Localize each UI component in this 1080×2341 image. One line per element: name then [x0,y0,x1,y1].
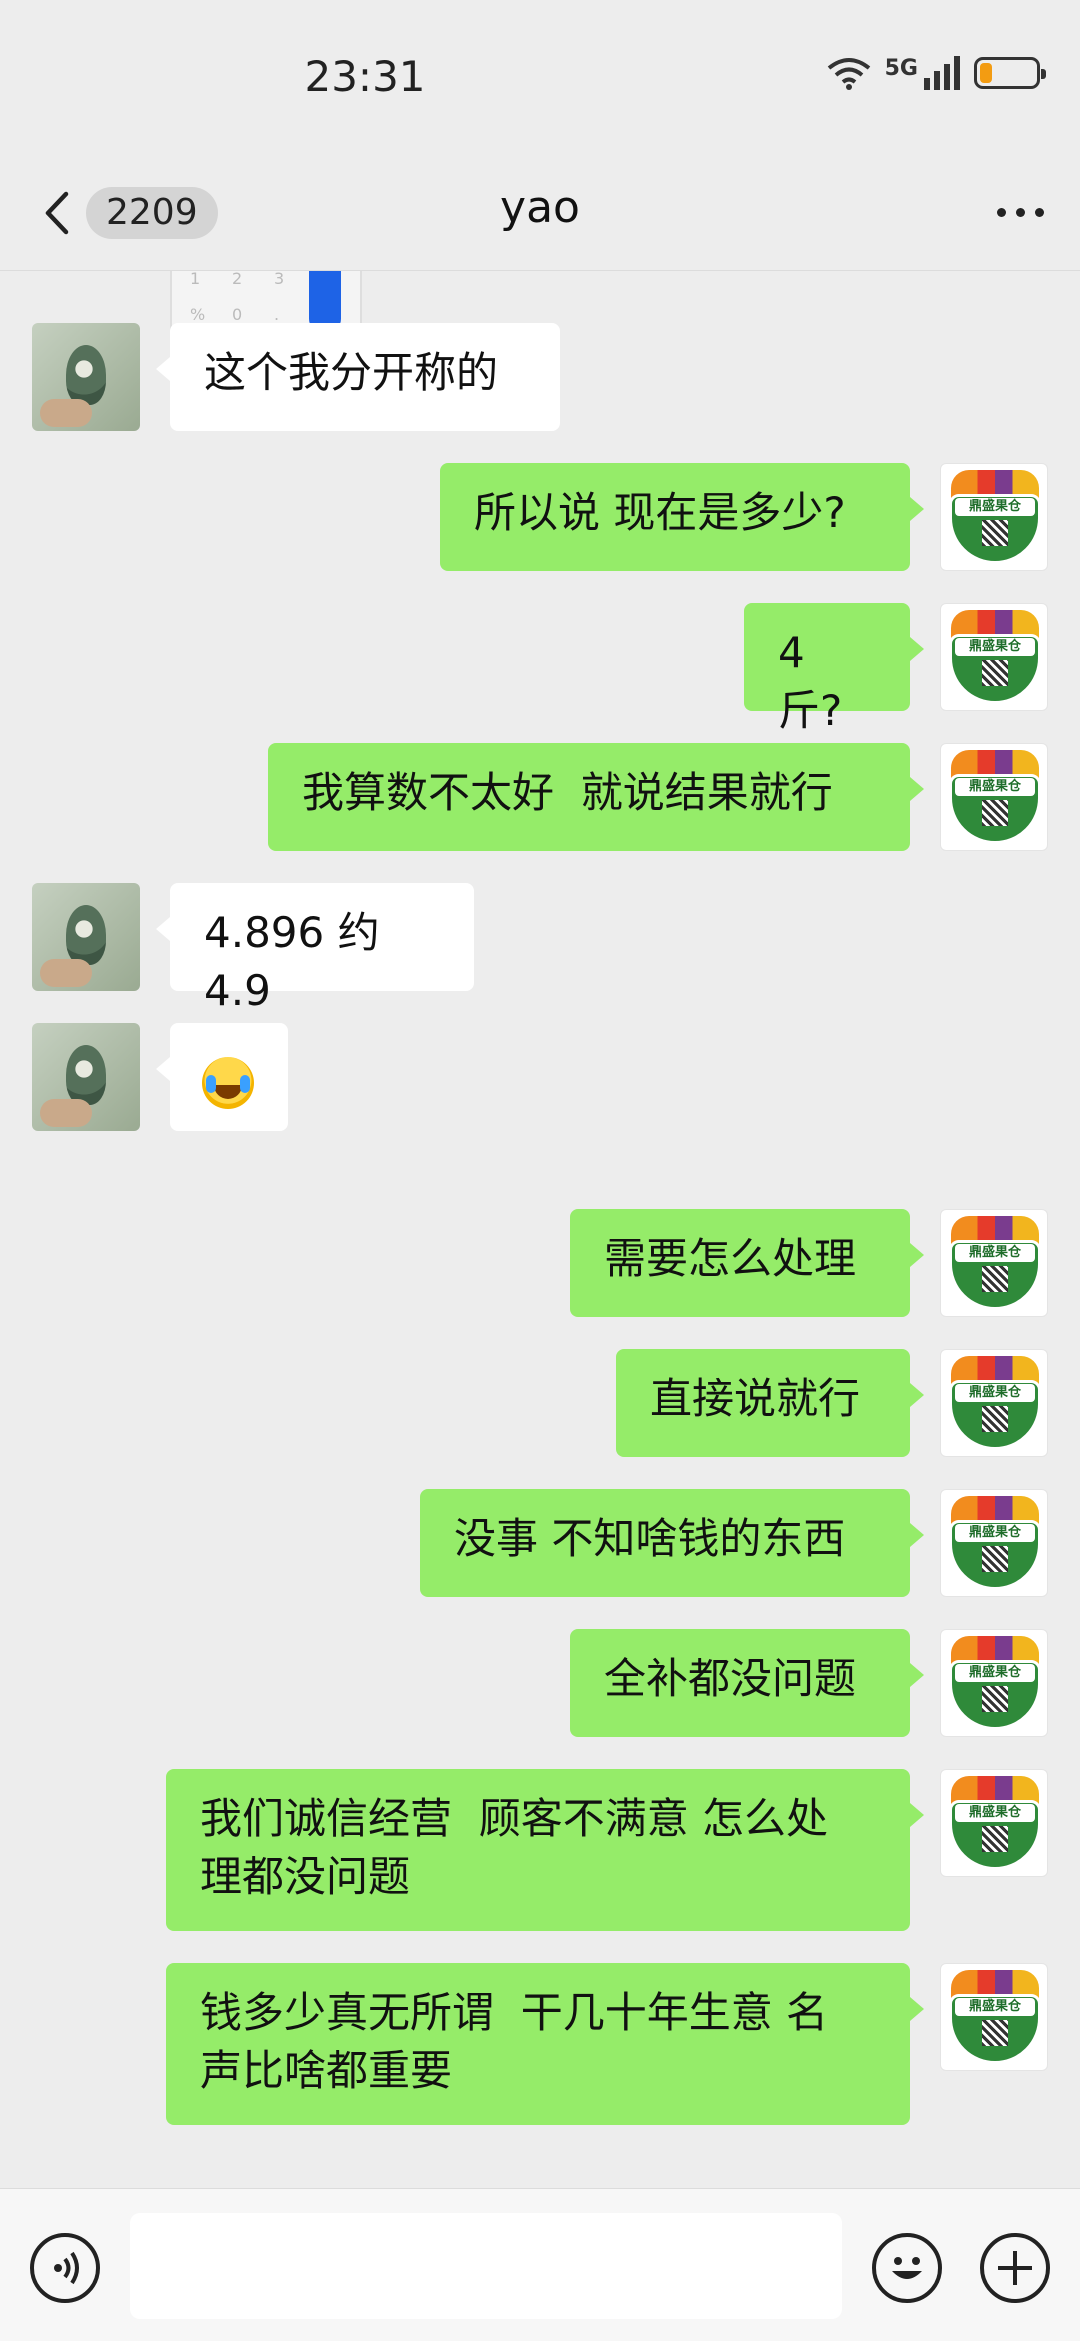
message-row: 鼎盛果仓 需要怎么处理 [0,1209,1080,1317]
image-key-label: 0 [232,305,243,324]
incoming-message-bubble[interactable]: 这个我分开称的 [156,323,560,431]
plus-icon[interactable] [980,2233,1050,2303]
chat-title: yao [500,182,580,233]
my-avatar[interactable]: 鼎盛果仓 [940,1349,1048,1457]
avatar-brand-text: 鼎盛果仓 [955,1804,1035,1822]
chat-header: 2209 yao [0,160,1080,271]
wifi-icon [827,58,870,90]
image-key-label: 1 [190,271,201,288]
message-row: 鼎盛果仓 我们诚信经营 顾客不满意 怎么处 理都没问题 [0,1769,1080,1931]
battery-icon [974,57,1046,89]
input-bar [0,2188,1080,2341]
image-key-label: 2 [232,271,243,288]
outgoing-message-bubble[interactable]: 我们诚信经营 顾客不满意 怎么处 理都没问题 [166,1769,924,1931]
incoming-message-bubble[interactable] [156,1023,288,1131]
emoji-icon[interactable] [872,2233,942,2303]
outgoing-message-bubble[interactable]: 需要怎么处理 [570,1209,924,1317]
avatar-brand-text: 鼎盛果仓 [955,638,1035,656]
my-avatar[interactable]: 鼎盛果仓 [940,743,1048,851]
avatar-brand-text: 鼎盛果仓 [955,1244,1035,1262]
avatar-brand-text: 鼎盛果仓 [955,1384,1035,1402]
outgoing-message-bubble[interactable]: 4 斤? [744,603,924,735]
message-row: 4.896 约 4.9 [0,883,1080,1015]
message-input[interactable] [130,2213,842,2319]
avatar-brand-text: 鼎盛果仓 [955,1664,1035,1682]
message-row [0,1023,1080,1131]
message-row: 鼎盛果仓 钱多少真无所谓 干几十年生意 名 声比啥都重要 [0,1963,1080,2125]
message-row: 鼎盛果仓 全补都没问题 [0,1629,1080,1737]
network-type-label: 5G [884,55,918,81]
avatar-brand-text: 鼎盛果仓 [955,778,1035,796]
message-row: 鼎盛果仓 没事 不知啥钱的东西 [0,1489,1080,1597]
signal-icon [924,56,960,90]
my-avatar[interactable]: 鼎盛果仓 [940,463,1048,571]
outgoing-message-bubble[interactable]: 没事 不知啥钱的东西 [420,1489,924,1597]
message-row: 鼎盛果仓 所以说 现在是多少? [0,463,1080,571]
outgoing-message-bubble[interactable]: 全补都没问题 [570,1629,924,1737]
image-key-label: % [190,305,206,324]
voice-icon[interactable] [30,2233,100,2303]
contact-avatar[interactable] [32,1023,140,1131]
my-avatar[interactable]: 鼎盛果仓 [940,1963,1048,2071]
image-key-label: . [274,305,280,324]
contact-avatar[interactable] [32,323,140,431]
more-dots-icon[interactable] [997,208,1044,217]
outgoing-message-bubble[interactable]: 我算数不太好 就说结果就行 [268,743,924,851]
outgoing-message-bubble[interactable]: 直接说就行 [616,1349,924,1457]
message-row: 鼎盛果仓 我算数不太好 就说结果就行 [0,743,1080,851]
my-avatar[interactable]: 鼎盛果仓 [940,1209,1048,1317]
outgoing-message-bubble[interactable]: 所以说 现在是多少? [440,463,924,571]
my-avatar[interactable]: 鼎盛果仓 [940,1629,1048,1737]
status-icons: 5G [827,55,1046,90]
status-bar: 23:31 5G [0,0,1080,160]
avatar-brand-text: 鼎盛果仓 [955,498,1035,516]
message-row: 鼎盛果仓 4 斤? [0,603,1080,735]
outgoing-message-bubble[interactable]: 钱多少真无所谓 干几十年生意 名 声比啥都重要 [166,1963,924,2125]
incoming-message-bubble[interactable]: 4.896 约 4.9 [156,883,474,1015]
message-row: 这个我分开称的 [0,323,1080,431]
my-avatar[interactable]: 鼎盛果仓 [940,1489,1048,1597]
avatar-brand-text: 鼎盛果仓 [955,1524,1035,1542]
avatar-brand-text: 鼎盛果仓 [955,1998,1035,2016]
my-avatar[interactable]: 鼎盛果仓 [940,603,1048,711]
message-row: 鼎盛果仓 直接说就行 [0,1349,1080,1457]
status-time: 23:31 [304,52,426,101]
image-key-label: 3 [274,271,285,288]
my-avatar[interactable]: 鼎盛果仓 [940,1769,1048,1877]
contact-avatar[interactable] [32,883,140,991]
message-list[interactable]: 1 2 3 % 0 . 这个我分开称的鼎盛果仓 所以说 现在是多少? 鼎盛果仓 4 斤… [0,271,1080,2187]
crying-laughing-emoji-icon [202,1056,254,1109]
